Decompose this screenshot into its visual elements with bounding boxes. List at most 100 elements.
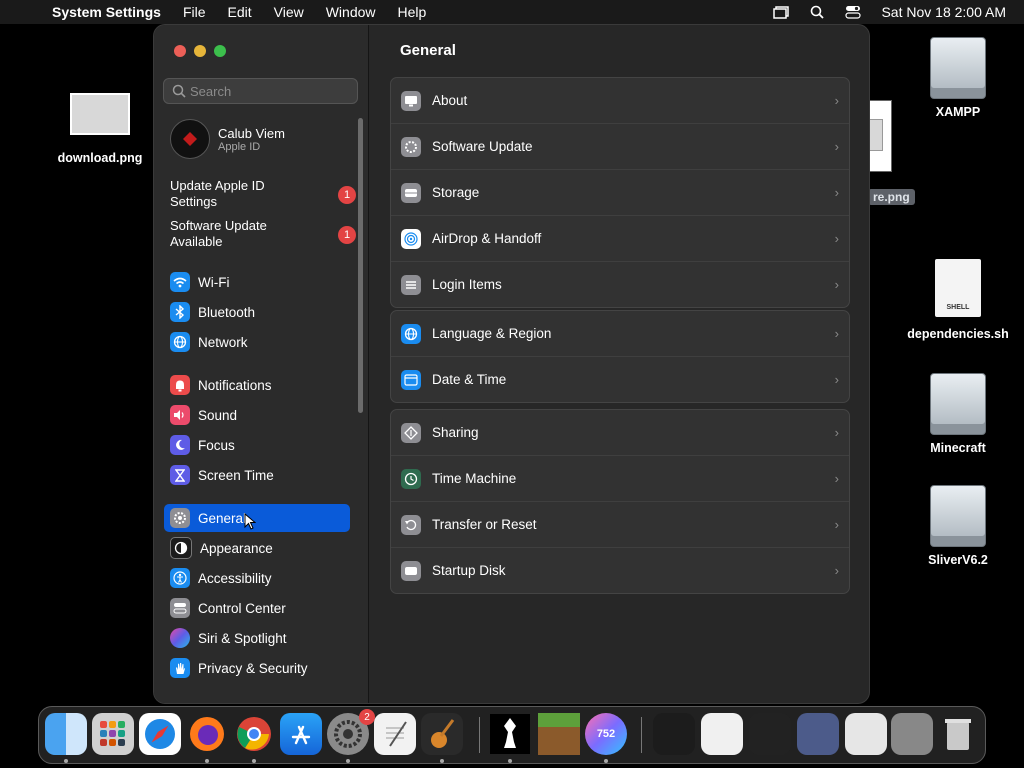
row-label: AirDrop & Handoff xyxy=(432,231,542,246)
sidebar-scrollbar[interactable] xyxy=(358,118,363,413)
launchpad-icon[interactable] xyxy=(92,713,134,755)
row-time-machine[interactable]: Time Machine › xyxy=(391,456,849,502)
sidebar-item-appearance[interactable]: Appearance xyxy=(164,534,350,562)
sidebar-item-notifications[interactable]: Notifications xyxy=(164,371,350,399)
notification-badge: 1 xyxy=(338,186,356,204)
minecraft-icon[interactable] xyxy=(538,713,580,755)
sidebar-item-accessibility[interactable]: Accessibility xyxy=(164,564,350,592)
app-name-menu[interactable]: System Settings xyxy=(52,4,161,20)
row-language-region[interactable]: Language & Region › xyxy=(391,311,849,357)
chevron-right-icon: › xyxy=(834,326,839,341)
safari-icon[interactable] xyxy=(139,713,181,755)
row-storage[interactable]: Storage › xyxy=(391,170,849,216)
sidebar-item-bluetooth[interactable]: Bluetooth xyxy=(164,298,350,326)
row-transfer-reset[interactable]: Transfer or Reset › xyxy=(391,502,849,548)
sidebar-item-general[interactable]: General xyxy=(164,504,350,532)
search-field[interactable]: Search xyxy=(163,78,358,104)
sidebar-item-label: General xyxy=(198,510,247,526)
desktop-drive-sliver[interactable]: SliverV6.2 xyxy=(903,485,1013,567)
row-sharing[interactable]: Sharing › xyxy=(391,410,849,456)
row-about[interactable]: About › xyxy=(391,78,849,124)
chess-rating-icon[interactable]: 752 xyxy=(585,713,627,763)
app-store-icon[interactable] xyxy=(280,713,322,755)
software-update-notice[interactable]: Software Update Available 1 xyxy=(170,218,356,250)
row-label: Startup Disk xyxy=(432,563,506,578)
avatar xyxy=(170,119,210,159)
notice-label: Software Update Available xyxy=(170,218,267,249)
menu-edit[interactable]: Edit xyxy=(228,4,252,20)
trash-icon[interactable] xyxy=(937,713,979,755)
sidebar-item-network[interactable]: Network xyxy=(164,328,350,356)
minimized-window-1[interactable] xyxy=(653,713,695,755)
desktop-file-download[interactable]: download.png xyxy=(45,93,155,165)
sidebar-item-label: Focus xyxy=(198,437,235,453)
chevron-right-icon: › xyxy=(834,277,839,292)
desktop-drive-label: Minecraft xyxy=(930,441,986,455)
menu-window[interactable]: Window xyxy=(326,4,376,20)
storage-drive-icon xyxy=(401,182,421,203)
chevron-right-icon: › xyxy=(834,372,839,387)
update-apple-id-notice[interactable]: Update Apple ID Settings 1 xyxy=(170,178,356,210)
close-button[interactable] xyxy=(174,45,186,57)
finder-icon[interactable] xyxy=(45,713,87,763)
desktop-file-partial-label: re.png xyxy=(868,189,915,205)
row-label: Date & Time xyxy=(432,372,507,387)
drive-icon xyxy=(930,485,986,547)
bluetooth-icon xyxy=(170,302,190,322)
sidebar-item-sound[interactable]: Sound xyxy=(164,401,350,429)
dock-separator xyxy=(641,717,642,753)
apple-id-account[interactable]: Calub Viem Apple ID xyxy=(170,119,285,159)
sidebar-item-control-center[interactable]: Control Center xyxy=(164,594,350,622)
control-center-icon[interactable] xyxy=(845,5,862,19)
row-date-time[interactable]: Date & Time › xyxy=(391,357,849,402)
reset-icon xyxy=(401,514,421,535)
minimized-window-5[interactable] xyxy=(845,713,887,755)
desktop-file-dependencies[interactable]: SHELL dependencies.sh xyxy=(903,259,1013,341)
sidebar-item-privacy-security[interactable]: Privacy & Security xyxy=(164,654,350,682)
wifi-icon xyxy=(170,272,190,292)
settings-group-1: About › Software Update › Storage › AirD… xyxy=(390,77,850,308)
menu-file[interactable]: File xyxy=(183,4,206,20)
menu-help[interactable]: Help xyxy=(398,4,427,20)
screen-mirroring-icon[interactable] xyxy=(773,5,790,19)
gear-icon xyxy=(170,508,190,528)
chess-icon[interactable] xyxy=(489,713,531,763)
minimized-window-2[interactable] xyxy=(701,713,743,755)
spotlight-search-icon[interactable] xyxy=(809,5,825,19)
desktop-drive-xampp[interactable]: XAMPP xyxy=(903,37,1013,119)
row-software-update[interactable]: Software Update › xyxy=(391,124,849,170)
system-settings-icon[interactable]: 2 xyxy=(327,709,375,763)
row-airdrop-handoff[interactable]: AirDrop & Handoff › xyxy=(391,216,849,262)
menu-bar-clock[interactable]: Sat Nov 18 2:00 AM xyxy=(881,4,1006,20)
sidebar-item-screen-time[interactable]: Screen Time xyxy=(164,461,350,489)
drive-icon xyxy=(930,37,986,99)
sidebar-item-siri-spotlight[interactable]: Siri & Spotlight xyxy=(164,624,350,652)
sidebar-item-wifi[interactable]: Wi-Fi xyxy=(164,268,350,296)
minimized-window-6[interactable] xyxy=(891,713,933,755)
globe-icon xyxy=(170,332,190,352)
row-startup-disk[interactable]: Startup Disk › xyxy=(391,548,849,593)
chrome-icon[interactable] xyxy=(233,713,275,763)
chevron-right-icon: › xyxy=(834,517,839,532)
window-controls xyxy=(174,45,226,57)
general-settings-pane: General About › Software Update › Storag… xyxy=(369,25,869,703)
airdrop-icon xyxy=(401,228,421,249)
sidebar-item-focus[interactable]: Focus xyxy=(164,431,350,459)
dock-separator xyxy=(479,717,480,753)
search-placeholder: Search xyxy=(190,83,232,99)
minimize-button[interactable] xyxy=(194,45,206,57)
minimized-window-4[interactable] xyxy=(797,713,839,755)
zoom-button[interactable] xyxy=(214,45,226,57)
desktop-drive-label: SliverV6.2 xyxy=(928,553,988,567)
script-editor-icon[interactable] xyxy=(374,713,416,755)
minimized-window-3[interactable] xyxy=(749,713,791,755)
garageband-icon[interactable] xyxy=(421,713,463,763)
sidebar-item-label: Accessibility xyxy=(198,570,272,586)
menu-view[interactable]: View xyxy=(274,4,304,20)
sidebar-item-label: Screen Time xyxy=(198,467,274,483)
settings-group-3: Sharing › Time Machine › Transfer or Res… xyxy=(390,409,850,594)
sidebar-item-label: Network xyxy=(198,334,248,350)
row-login-items[interactable]: Login Items › xyxy=(391,262,849,307)
firefox-icon[interactable] xyxy=(186,713,228,763)
desktop-drive-minecraft[interactable]: Minecraft xyxy=(903,373,1013,455)
